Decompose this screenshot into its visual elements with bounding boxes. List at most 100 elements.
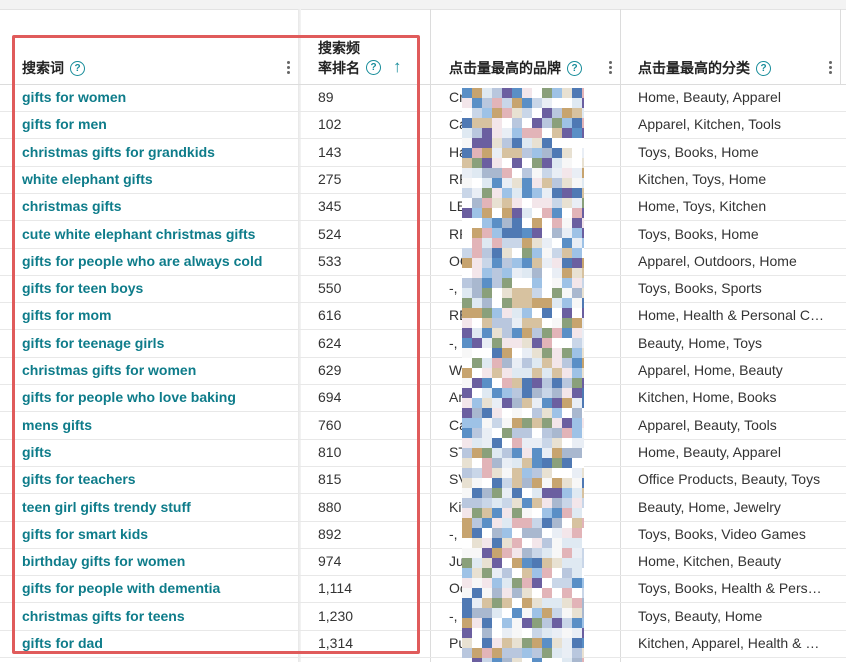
keyword-link[interactable]: christmas gifts for women [22,357,297,384]
table-row[interactable]: gifts for people who are always cold533O… [0,248,846,276]
mosaic-tile [572,428,582,438]
help-icon[interactable]: ? [366,60,381,75]
mosaic-tile [562,278,572,288]
keyword-link[interactable]: white elephant gifts [22,166,297,193]
header-search-rank[interactable]: 搜索频 率排名 ? ↑ [318,38,402,78]
mosaic-tile [582,118,584,128]
table-row[interactable]: gifts for dad1,314Pul… natio…Kitchen, Ap… [0,630,846,658]
column-menu-icon[interactable] [609,61,613,74]
table-row[interactable]: white elephant gifts275RP… a, W…Kitchen,… [0,166,846,194]
keyword-link[interactable]: teen girl gifts trendy stuff [22,494,297,521]
mosaic-tile [522,248,532,258]
help-icon[interactable]: ? [70,60,85,76]
mosaic-tile [482,448,492,458]
mosaic-tile [492,578,502,588]
keyword-link[interactable]: gifts for teen boys [22,275,297,302]
table-row[interactable]: gifts for teachers815SV… play…Office Pro… [0,466,846,495]
header-top-brand[interactable]: 点击量最高的品牌 ? [449,58,582,78]
keyword-link[interactable]: gifts for men [22,111,297,138]
mosaic-tile [582,538,584,548]
mosaic-tile [562,88,572,98]
keyword-link[interactable]: gifts for people with dementia [22,575,297,602]
keyword-link[interactable]: christmas gifts for teens [22,603,297,630]
table-row[interactable]: gifts for smart kids892-, L… unToys, Boo… [0,521,846,549]
header-keyword[interactable]: 搜索词 ? [22,58,85,78]
keyword-link[interactable]: gifts for people who are always cold [22,248,297,275]
mosaic-tile [522,598,532,608]
keyword-link[interactable]: gifts for teenage girls [22,330,297,357]
mosaic-tile [582,198,584,208]
table-row[interactable]: mens gifts760Ca… ock…Apparel, Beauty, To… [0,412,846,440]
mosaic-tile [572,558,582,568]
table-row[interactable]: gifts for teenage girls624-, k… /Beauty,… [0,330,846,358]
mosaic-tile [472,308,482,318]
table-row[interactable]: gifts for people with dementia1,114Oc… C… [0,575,846,604]
mosaic-tile [562,458,572,468]
mosaic-tile [582,238,584,248]
keyword-link[interactable]: gifts [22,439,297,466]
mosaic-tile [522,538,532,548]
mosaic-tile [562,378,572,388]
mosaic-tile [582,148,584,158]
table-row[interactable]: gifts for teen boys550-, I… ub…Toys, Boo… [0,275,846,304]
table-row[interactable]: gifts for women89Cro… …, S…Home, Beauty,… [0,84,846,112]
table-row[interactable]: cute white elephant christmas gifts524RP… [0,221,846,249]
mosaic-tile [482,298,492,308]
mosaic-tile [552,618,562,628]
table-row[interactable]: christmas gifts for teens1,230-, I… DToy… [0,603,846,631]
column-menu-icon[interactable] [287,61,291,74]
table-row[interactable]: christmas gifts for women629Wi… CN…Appar… [0,357,846,385]
table-row[interactable]: gifts for people who love baking694Am… e… [0,384,846,413]
mosaic-tile [502,428,512,438]
mosaic-tile [552,378,562,388]
mosaic-tile [582,548,584,558]
table-row[interactable]: christmas gifts345LE… CO…Home, Toys, Kit… [0,193,846,222]
keyword-link[interactable]: christmas gifts [22,193,297,220]
sort-ascending-icon[interactable]: ↑ [393,58,402,75]
mosaic-tile [522,328,532,338]
mosaic-tile [462,488,472,498]
keyword-link[interactable]: mens gifts [22,412,297,439]
keyword-link[interactable]: gifts for smart kids [22,521,297,548]
table-row[interactable]: gifts for mom616RE… tHome, Health & Pers… [0,302,846,331]
help-icon[interactable]: ? [756,60,771,76]
top-clicked-category: Toys, Books, Home [638,143,759,160]
mosaic-tile [512,428,522,438]
keyword-link[interactable]: gifts for women [22,84,297,111]
mosaic-tile [472,618,482,628]
mosaic-tile [562,128,572,138]
column-menu-icon[interactable] [829,61,833,74]
mosaic-tile [542,228,552,238]
mosaic-tile [512,558,522,568]
table-row[interactable]: teen girl gifts trendy stuff880Kit… de J… [0,494,846,522]
mosaic-tile [492,488,502,498]
table-row[interactable]: birthday gifts for women974Ju… TOP, …Hom… [0,548,846,577]
mosaic-tile [552,458,562,468]
mosaic-tile [532,248,542,258]
keyword-link[interactable]: christmas gifts for grandkids [22,139,297,166]
table-row[interactable]: gifts for men102Ca… bli…Apparel, Kitchen… [0,111,846,140]
table-row[interactable]: gifts810ST… H, L…Home, Beauty, Apparel [0,439,846,467]
mosaic-tile [462,168,472,178]
mosaic-tile [582,438,584,448]
keyword-link[interactable]: gifts for mom [22,302,297,329]
table-row[interactable]: christmas gifts for grandkids143Ha… ce…T… [0,139,846,167]
header-top-category[interactable]: 点击量最高的分类 ? [638,58,771,78]
keyword-link[interactable]: birthday gifts for women [22,548,297,575]
mosaic-tile [462,408,472,418]
mosaic-tile [572,368,582,378]
mosaic-tile [582,248,584,258]
mosaic-tile [522,488,532,498]
keyword-link[interactable]: gifts for dad [22,630,297,657]
keyword-link[interactable]: gifts for people who love baking [22,384,297,411]
keyword-link[interactable]: gifts for teachers [22,466,297,493]
mosaic-tile [512,318,522,328]
mosaic-tile [522,288,532,298]
mosaic-tile [482,528,492,538]
mosaic-tile [502,448,512,458]
help-icon[interactable]: ? [567,60,582,76]
mosaic-tile [522,528,532,538]
mosaic-tile [522,568,532,578]
keyword-link[interactable]: cute white elephant christmas gifts [22,221,297,248]
search-frequency-rank: 974 [318,553,342,570]
